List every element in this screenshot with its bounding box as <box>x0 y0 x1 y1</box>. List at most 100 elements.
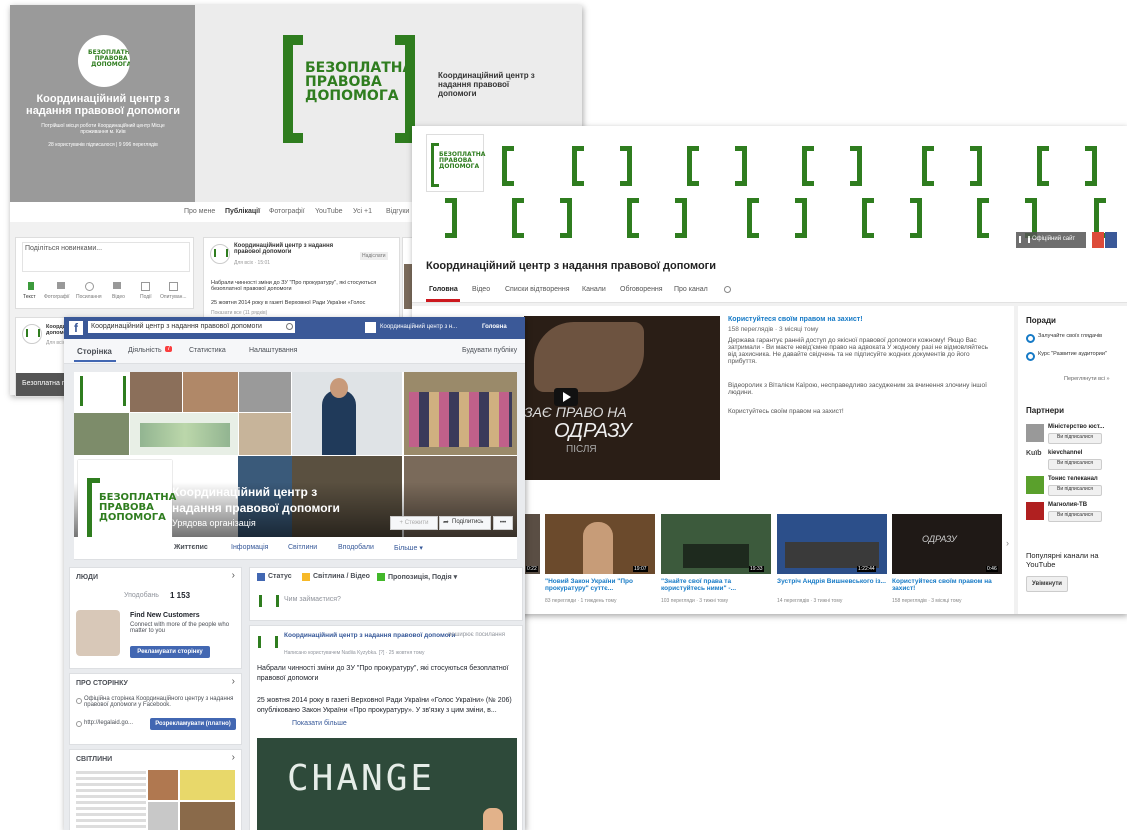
fb-cover-btn-share[interactable]: ➦ Поділитись <box>439 516 491 530</box>
fb-nav-more[interactable]: Більше ▾ <box>394 544 423 552</box>
gplus-post-author[interactable]: Координаційний центр з надання правової … <box>234 243 354 255</box>
yt-thumb-1[interactable]: 19:07 <box>545 514 655 574</box>
fb-cover-btn-follow[interactable]: + Стежити <box>390 516 438 530</box>
yt-partner-3-name[interactable]: Тонис телеканал <box>1048 476 1098 482</box>
fb-post-avatar[interactable] <box>257 634 278 652</box>
yt-popular-btn[interactable]: Увімкнути <box>1026 576 1068 592</box>
gplus-tab-plusones[interactable]: Усі +1 <box>353 208 372 215</box>
yt-partner-4-name[interactable]: Магнолия-ТВ <box>1048 502 1087 508</box>
yt-partner-2-btn[interactable]: Ви підписалися <box>1048 459 1102 470</box>
fb-admin-tab-insights[interactable]: Статистика <box>189 347 226 354</box>
yt-thumb-4[interactable]: ОДРАЗУ 0:46 <box>892 514 1002 574</box>
fb-about-url[interactable]: http://legalaid.go... <box>84 720 133 726</box>
yt-thumb-3-meta: 14 переглядів · 3 тижні тому <box>777 598 843 604</box>
facebook-logo-icon[interactable]: f <box>69 321 83 335</box>
yt-official-site-link[interactable]: Офіційний сайт <box>1016 232 1086 248</box>
fb-post-author[interactable]: Координаційний центр з надання правової … <box>284 632 455 639</box>
yt-player-overlay2: ОДРАЗУ <box>554 420 632 442</box>
poll-icon[interactable] <box>169 282 178 291</box>
fb-composer-input[interactable]: Чим займаєтися? <box>284 596 514 603</box>
google-plus-icon[interactable] <box>1092 232 1104 248</box>
fb-header-page-avatar[interactable] <box>365 322 376 333</box>
chevron-right-icon[interactable]: › <box>232 570 235 581</box>
fb-nav-timeline[interactable]: Життєпис <box>174 544 208 551</box>
yt-partner-1-name[interactable]: Міністерство юст... <box>1048 424 1104 430</box>
globe-icon <box>76 721 82 727</box>
yt-channel-avatar[interactable]: Координаційний центр з надання правової … <box>426 134 485 192</box>
chevron-right-icon[interactable]: › <box>1006 538 1009 548</box>
fb-post-more[interactable]: Показати більше <box>292 720 347 727</box>
fb-promo-button[interactable]: Рекламувати сторінку <box>130 646 210 658</box>
fb-composer-tab-offer[interactable]: Пропозиція, Подія ▾ <box>388 573 457 581</box>
yt-thumb-1-title[interactable]: "Новий Закон України "Про прокуратуру" с… <box>545 578 655 592</box>
chevron-right-icon[interactable]: › <box>232 752 235 763</box>
search-icon[interactable] <box>286 323 293 330</box>
chevron-right-icon[interactable]: › <box>232 676 235 687</box>
fb-cover-name1[interactable]: Координаційний центр з <box>172 485 317 499</box>
yt-tab-videos[interactable]: Відео <box>472 286 490 293</box>
yt-tab-playlists[interactable]: Списки відтворення <box>505 286 570 293</box>
yt-partner-4-btn[interactable]: Ви підписалися <box>1048 511 1102 522</box>
link-icon[interactable] <box>85 282 94 291</box>
yt-tab-home[interactable]: Головна <box>429 286 458 293</box>
radio-icon[interactable] <box>1026 352 1035 361</box>
facebook-icon[interactable] <box>1105 232 1117 248</box>
yt-thumb-2[interactable]: 19:33 <box>661 514 771 574</box>
fb-about-button[interactable]: Розрекламувати (платно) <box>150 718 236 730</box>
video-icon[interactable] <box>113 282 121 289</box>
yt-tips-more[interactable]: Переглянути всі » <box>1064 376 1110 382</box>
gplus-tab-photos[interactable]: Фотографії <box>269 208 305 215</box>
yt-partner-2-name[interactable]: kievchannel <box>1048 450 1082 456</box>
yt-thumb-3-title[interactable]: Зустріч Андрія Вишневського із... <box>777 578 887 585</box>
gplus-tab-about[interactable]: Про мене <box>184 208 215 215</box>
yt-thumb-3[interactable]: 1:22:44 <box>777 514 887 574</box>
fb-admin-right[interactable]: Будувати публіку <box>462 347 517 354</box>
fb-nav-photos[interactable]: Світлини <box>288 544 317 551</box>
gplus-post-more[interactable]: Показати все (11 рядків) <box>211 310 267 316</box>
play-button-icon[interactable] <box>554 388 578 406</box>
yt-partner-3-btn[interactable]: Ви підписалися <box>1048 485 1102 496</box>
gplus-tab-posts[interactable]: Публікації <box>225 208 260 215</box>
yt-tip-1[interactable]: Залучайте своїх глядачів <box>1038 333 1118 339</box>
gplus-post-avatar[interactable] <box>210 244 230 264</box>
fb-nav-about[interactable]: Інформація <box>231 544 268 551</box>
fb-composer-tab-status[interactable]: Статус <box>268 573 292 580</box>
yt-thumb-2-title[interactable]: "Знайте свої права та користуйтесь ними"… <box>661 578 771 592</box>
yt-player[interactable]: ЗАЄ ПРАВО НА ОДРАЗУ ПІСЛЯ <box>524 316 720 480</box>
yt-first-thumb[interactable]: 0:22 <box>524 514 540 574</box>
fb-cover-btn-more[interactable]: ••• <box>493 516 513 530</box>
yt-thumb-4-title[interactable]: Користуйтеся своїм правом на захист! <box>892 578 1002 592</box>
yt-tips-title: Поради <box>1026 316 1056 325</box>
bracket-icon <box>214 249 228 257</box>
yt-tab-channels[interactable]: Канали <box>582 286 606 293</box>
gplus-avatar[interactable]: БЕЗОПЛАТНА ПРАВОВА ДОПОМОГА <box>78 35 130 87</box>
gplus-share-input[interactable]: Поділіться новинками... <box>22 242 190 272</box>
fb-search-input[interactable]: Координаційний центр з надання правової … <box>88 321 295 333</box>
fb-admin-tab-page[interactable]: Сторінка <box>77 347 112 356</box>
fb-admin-tab-settings[interactable]: Налаштування <box>249 347 297 354</box>
yt-thumb-4-duration: 0:46 <box>986 566 998 572</box>
yt-tab-about[interactable]: Про канал <box>674 286 708 293</box>
fb-cover-name2[interactable]: надання правової допомоги <box>172 501 340 515</box>
calendar-icon[interactable] <box>141 282 150 291</box>
camera-icon[interactable] <box>57 282 65 289</box>
gplus-side-avatar[interactable] <box>22 324 42 344</box>
fb-composer-tab-photo[interactable]: Світлина / Відео <box>313 573 370 580</box>
search-icon[interactable] <box>724 286 731 293</box>
gplus-tab-reviews[interactable]: Відгуки <box>386 208 409 215</box>
yt-thumb-3-duration: 1:22:44 <box>857 566 876 572</box>
radio-icon[interactable] <box>1026 334 1035 343</box>
fb-header-page[interactable]: Координаційний центр з н... <box>380 324 457 330</box>
yt-tip-2[interactable]: Курс "Развитие аудитории" <box>1038 351 1118 357</box>
yt-header: Координаційний центр з надання правової … <box>412 250 1127 303</box>
yt-video-title[interactable]: Користуйтеся своїм правом на захист! <box>728 316 863 323</box>
pencil-icon[interactable] <box>28 282 34 290</box>
yt-partner-1-btn[interactable]: Ви підписалися <box>1048 433 1102 444</box>
fb-post-image[interactable]: CHANGE <box>257 738 517 830</box>
gplus-post-badge[interactable]: Надіслати <box>360 252 388 260</box>
fb-admin-tab-activity[interactable]: Діяльність <box>128 347 162 354</box>
yt-tab-discussion[interactable]: Обговорення <box>620 286 663 293</box>
gplus-tab-youtube[interactable]: YouTube <box>315 208 343 215</box>
fb-header-home[interactable]: Головна <box>482 324 507 330</box>
fb-nav-likes[interactable]: Вподобали <box>338 544 374 551</box>
